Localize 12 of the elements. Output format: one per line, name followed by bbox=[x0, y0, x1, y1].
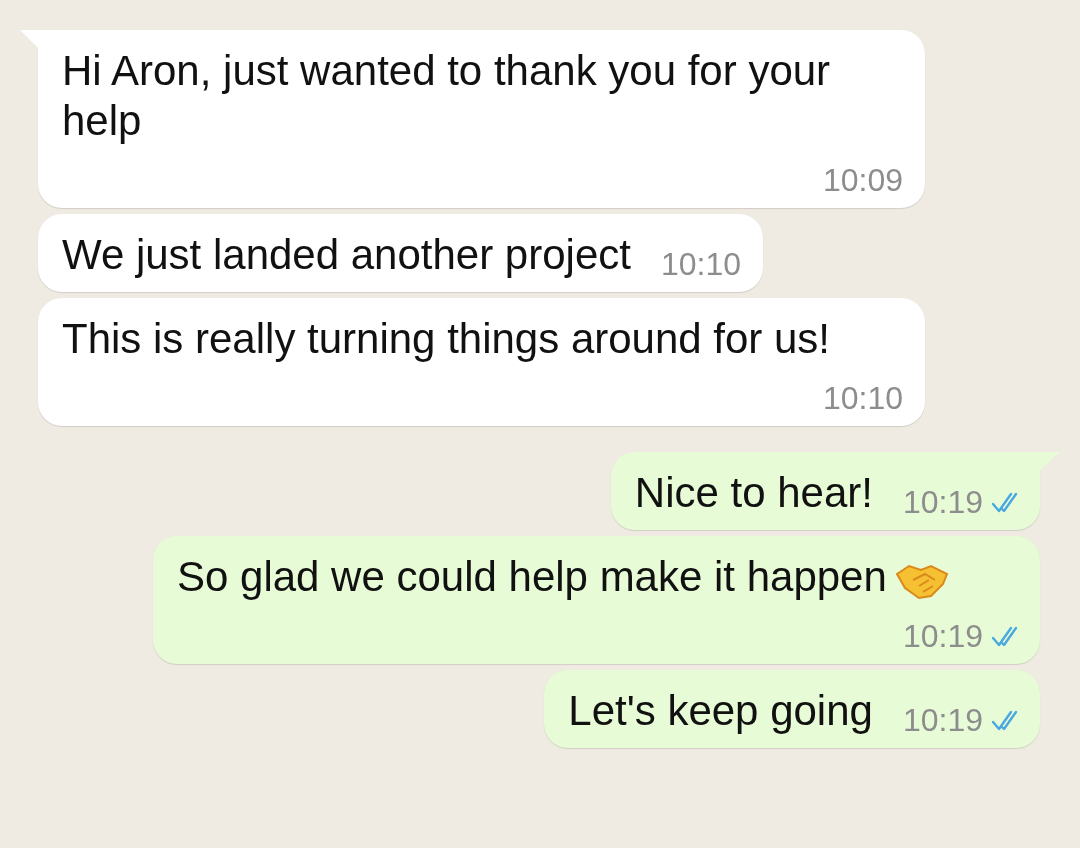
message-time: 10:10 bbox=[822, 379, 903, 418]
message-text: We just landed another project bbox=[62, 230, 631, 280]
message-time: 10:19 bbox=[902, 701, 983, 740]
message-text: This is really turning things around for us! bbox=[62, 314, 831, 364]
message-time: 10:10 bbox=[660, 245, 741, 284]
message-text: So glad we could help make it happen bbox=[177, 552, 887, 602]
message-text: Hi Aron, just wanted to thank you for your help bbox=[62, 46, 832, 146]
message-text: Nice to hear! bbox=[634, 468, 873, 518]
message-time: 10:09 bbox=[822, 161, 903, 200]
message-time: 10:19 bbox=[902, 617, 983, 656]
message-text: Let's keep going bbox=[568, 686, 873, 736]
message-time: 10:19 bbox=[902, 483, 983, 522]
